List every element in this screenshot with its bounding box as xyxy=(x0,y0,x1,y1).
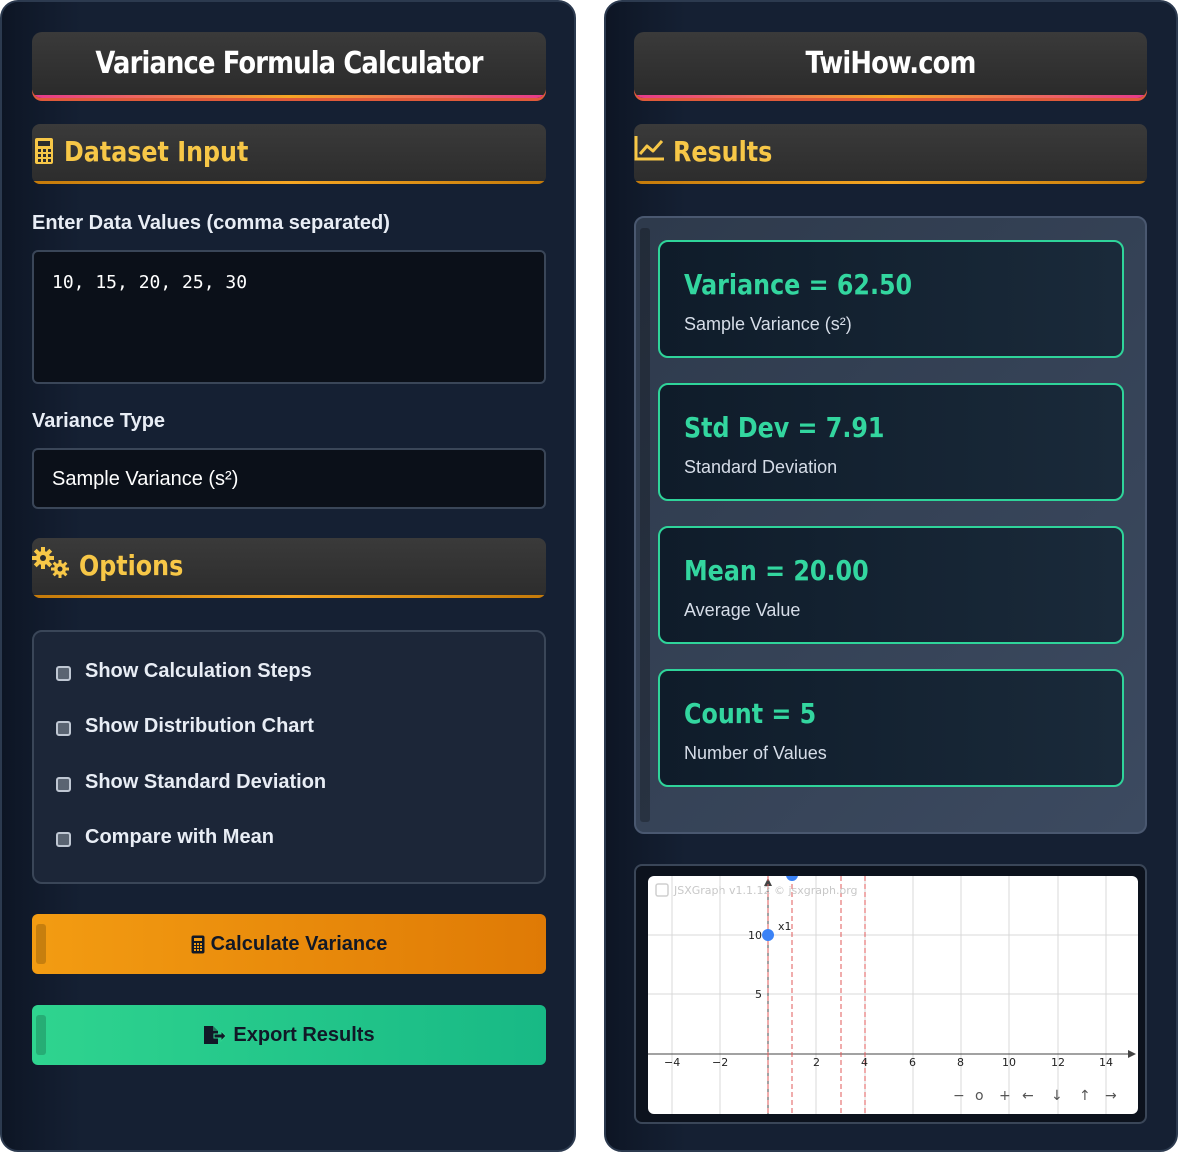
x-tick-label: 2 xyxy=(813,1056,820,1069)
results-container: Variance = 62.50 Sample Variance (s²) St… xyxy=(634,216,1147,834)
data-values-text: 10, 15, 20, 25, 30 xyxy=(52,272,248,293)
jsxgraph-board[interactable]: −4 −2 2 4 6 8 10 12 14 5 10 x1 JSXGraph … xyxy=(648,876,1138,1114)
std-dev-card: Std Dev = 7.91 Standard Deviation xyxy=(658,383,1124,501)
export-results-button[interactable]: Export Results xyxy=(32,1005,546,1065)
y-tick-label: 10 xyxy=(748,929,762,942)
variance-card: Variance = 62.50 Sample Variance (s²) xyxy=(658,240,1124,358)
variance-subtitle: Sample Variance (s²) xyxy=(684,314,852,334)
checkbox[interactable] xyxy=(56,831,71,847)
pan-up-button[interactable]: ↑ xyxy=(1079,1088,1091,1104)
option-label: Show Standard Deviation xyxy=(85,770,327,793)
variance-value: Variance = 62.50 xyxy=(684,268,913,301)
option-label: Compare with Mean xyxy=(85,825,274,848)
site-title: TwiHow.com xyxy=(805,46,976,81)
option-show-standard-deviation[interactable]: Show Standard Deviation xyxy=(56,769,326,795)
screenshot-icon[interactable] xyxy=(655,883,669,897)
option-label: Show Distribution Chart xyxy=(85,714,314,737)
chart-line-icon xyxy=(634,134,666,167)
pan-right-button[interactable]: → xyxy=(1105,1088,1117,1104)
calculator-title-box: Variance Formula Calculator xyxy=(32,32,546,98)
mean-subtitle: Average Value xyxy=(684,600,801,620)
file-export-icon xyxy=(203,1025,228,1045)
count-subtitle: Number of Values xyxy=(684,743,827,763)
dataset-input-heading: Dataset Input xyxy=(64,135,249,168)
x-tick-label: 10 xyxy=(1002,1056,1016,1069)
point-label: x1 xyxy=(778,920,792,933)
count-value: Count = 5 xyxy=(684,697,817,730)
calculate-variance-button[interactable]: Calculate Variance xyxy=(32,914,546,974)
results-panel: TwiHow.com Results Variance = 62.50 Samp… xyxy=(604,0,1178,1152)
x-tick-label: 12 xyxy=(1051,1056,1065,1069)
pan-down-button[interactable]: ↓ xyxy=(1051,1088,1063,1104)
calculator-icon xyxy=(191,935,205,954)
site-title-box: TwiHow.com xyxy=(634,32,1147,98)
x-tick-label: −4 xyxy=(664,1056,680,1069)
x-tick-label: 4 xyxy=(861,1056,868,1069)
x-tick-label: −2 xyxy=(712,1056,728,1069)
checkbox[interactable] xyxy=(56,776,71,792)
gears-icon xyxy=(32,547,70,584)
option-show-distribution-chart[interactable]: Show Distribution Chart xyxy=(56,713,314,739)
zoom-out-button[interactable]: − xyxy=(953,1088,965,1104)
options-header: Options xyxy=(32,538,546,598)
y-tick-label: 5 xyxy=(755,988,762,1001)
std-dev-value: Std Dev = 7.91 xyxy=(684,411,885,444)
pan-left-button[interactable]: ← xyxy=(1022,1088,1034,1104)
data-point[interactable] xyxy=(786,876,798,881)
checkbox[interactable] xyxy=(56,665,71,681)
results-heading: Results xyxy=(673,135,773,168)
calculate-variance-label: Calculate Variance xyxy=(210,932,388,955)
x-tick-label: 8 xyxy=(957,1056,964,1069)
options-heading: Options xyxy=(79,549,184,582)
x-tick-label: 6 xyxy=(909,1056,916,1069)
calculator-panel: Variance Formula Calculator Dataset Inpu… xyxy=(0,0,576,1152)
option-show-calculation-steps[interactable]: Show Calculation Steps xyxy=(56,658,312,684)
option-label: Show Calculation Steps xyxy=(85,659,312,682)
variance-type-select[interactable]: Sample Variance (s²) xyxy=(32,448,546,509)
calculator-icon xyxy=(34,137,54,170)
results-header: Results xyxy=(634,124,1147,184)
mean-value: Mean = 20.00 xyxy=(684,554,869,587)
option-compare-with-mean[interactable]: Compare with Mean xyxy=(56,824,274,850)
zoom-in-button[interactable]: + xyxy=(999,1088,1011,1104)
data-values-input[interactable]: 10, 15, 20, 25, 30 xyxy=(32,250,546,384)
count-card: Count = 5 Number of Values xyxy=(658,669,1124,787)
calculator-title: Variance Formula Calculator xyxy=(95,46,483,81)
variance-type-label: Variance Type xyxy=(32,410,166,432)
std-dev-subtitle: Standard Deviation xyxy=(684,457,838,477)
zoom-reset-button[interactable]: o xyxy=(975,1088,984,1104)
graph-watermark: JSXGraph v1.1.12 © jsxgraph.org xyxy=(673,884,858,897)
x-tick-label: 14 xyxy=(1099,1056,1113,1069)
data-values-label: Enter Data Values (comma separated) xyxy=(32,212,390,234)
data-point[interactable] xyxy=(762,929,774,941)
variance-type-value: Sample Variance (s²) xyxy=(52,468,239,490)
dataset-input-header: Dataset Input xyxy=(32,124,546,184)
export-results-label: Export Results xyxy=(233,1023,375,1046)
mean-card: Mean = 20.00 Average Value xyxy=(658,526,1124,644)
checkbox[interactable] xyxy=(56,720,71,736)
graph-frame: −4 −2 2 4 6 8 10 12 14 5 10 x1 JSXGraph … xyxy=(634,864,1147,1124)
options-list: Show Calculation Steps Show Distribution… xyxy=(32,630,546,884)
